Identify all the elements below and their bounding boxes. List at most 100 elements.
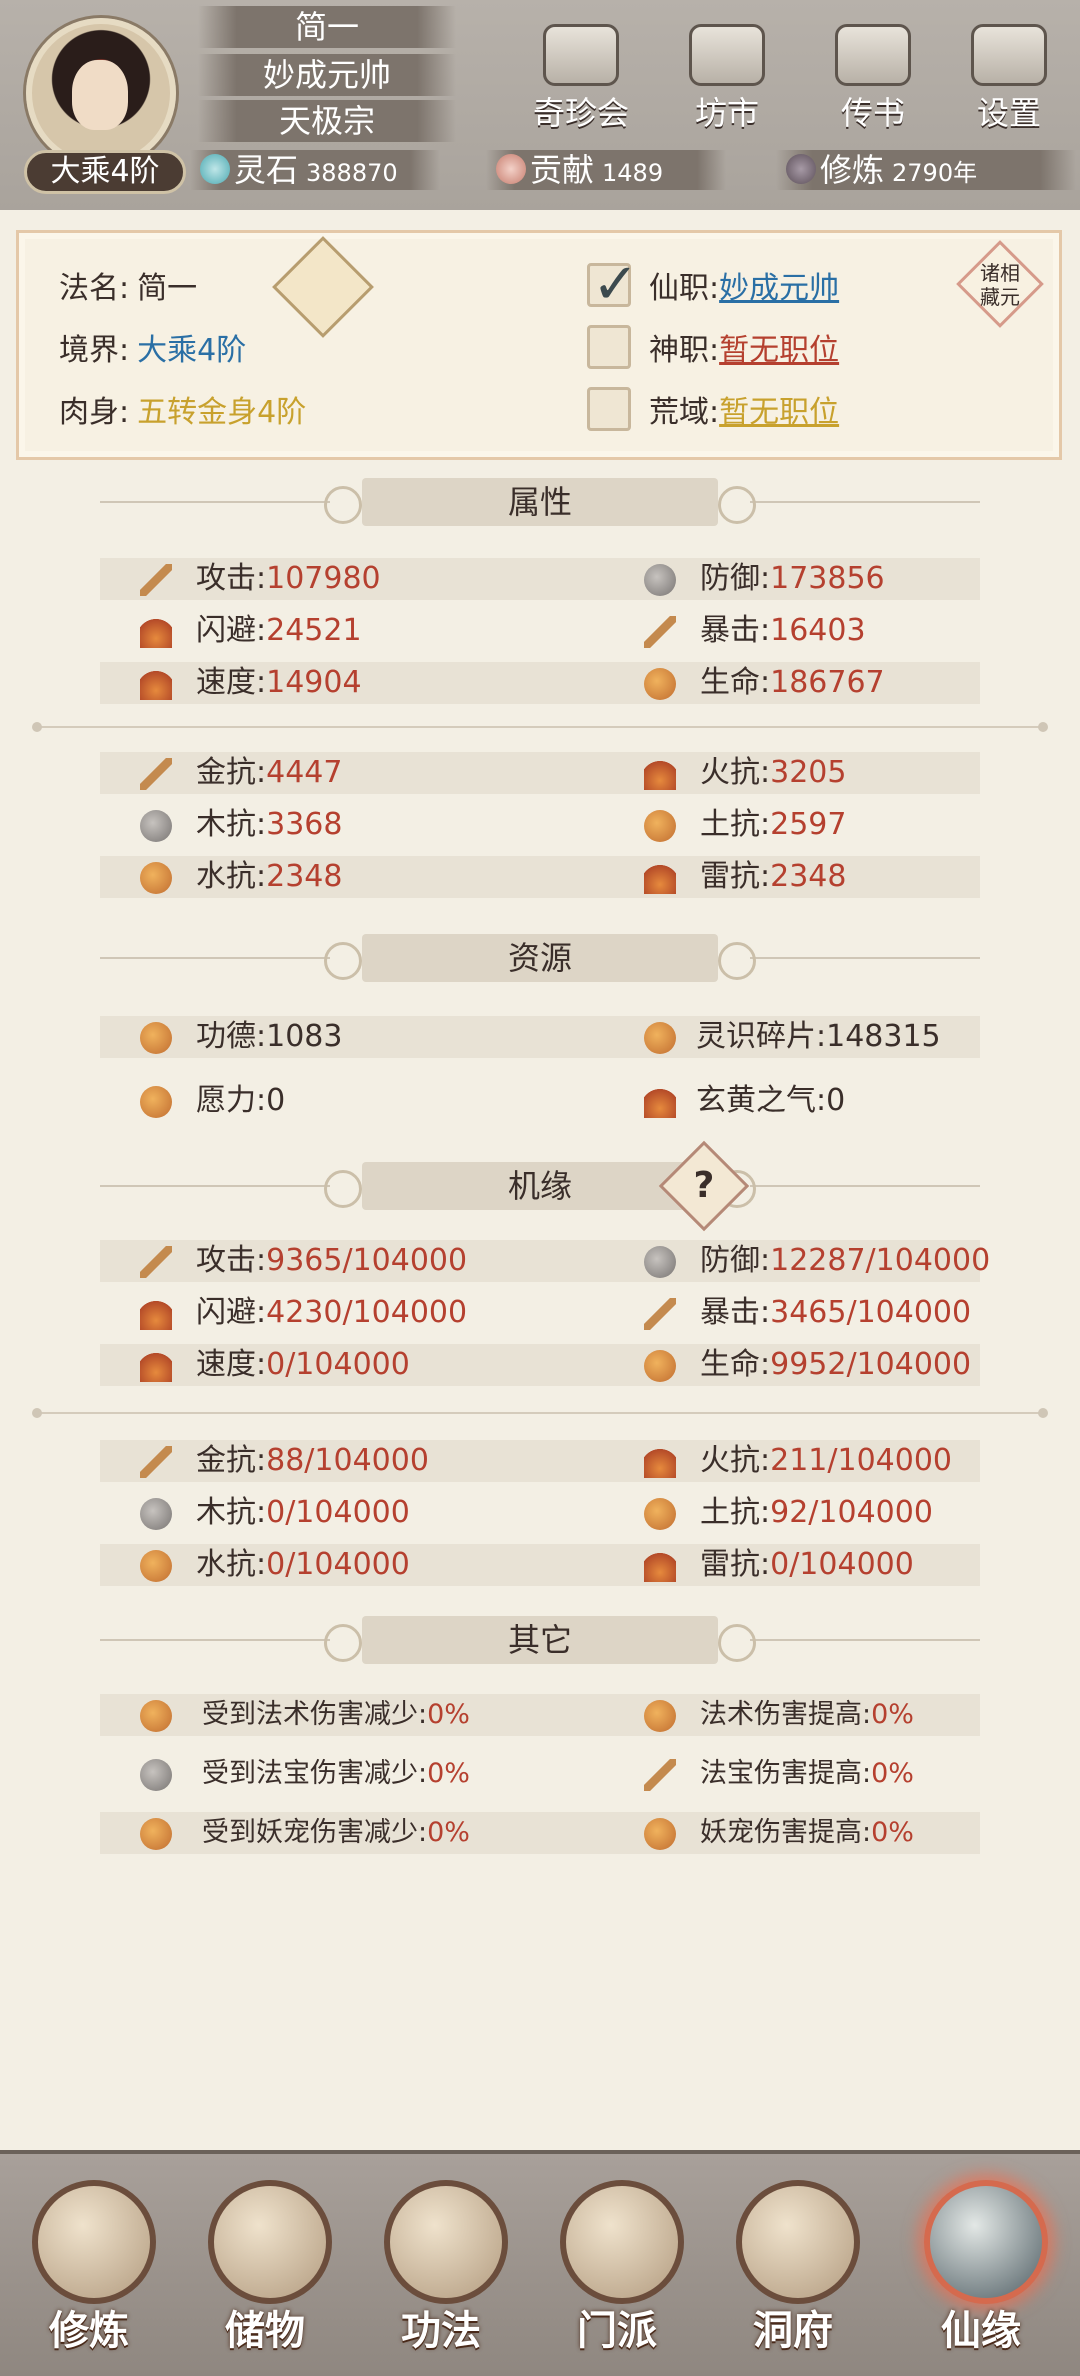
treasure-shield-icon: [140, 1759, 172, 1791]
storage-bag-icon: [208, 2180, 332, 2304]
tab-cave[interactable]: 洞府: [718, 2180, 868, 2360]
wild-domain-checkbox[interactable]: [587, 387, 631, 431]
hp-drop-icon: [644, 1350, 676, 1382]
section-title: 属性: [324, 478, 756, 526]
bottom-navigation: 修炼 储物 功法 门派 洞府 仙缘: [0, 2150, 1080, 2376]
tab-label: 仙缘: [941, 2308, 1021, 2354]
water-wave-icon: [140, 862, 172, 894]
immortal-post-row: 仙职:妙成元帅: [649, 263, 839, 307]
scroll-icon: [835, 24, 911, 86]
divine-post-row: 神职:暂无职位: [649, 325, 839, 369]
cultivation-counter[interactable]: 修炼 2790年: [776, 150, 1076, 190]
top-header: 大乘4阶 简一 妙成元帅 天极宗 奇珍会 坊市 传书 设置 灵石 388870 贡…: [0, 0, 1080, 210]
nav-label: 传书: [840, 94, 905, 132]
metal-blade-icon: [140, 1446, 172, 1478]
defense-armor-icon: [644, 564, 676, 596]
nav-mail[interactable]: 传书: [818, 24, 928, 134]
cultivate-icon: [32, 2180, 156, 2304]
earth-mountain-icon: [644, 1498, 676, 1530]
body-row: 肉身: 五转金身4阶: [59, 387, 306, 431]
divine-post-label: 神职:: [649, 333, 720, 368]
wild-domain-link[interactable]: 暂无职位: [719, 395, 839, 430]
tab-fortune[interactable]: 仙缘: [906, 2180, 1056, 2360]
contribution-icon: [496, 154, 526, 184]
section-title: 资源: [324, 934, 756, 982]
section-fortune: 机缘: [100, 1158, 980, 1214]
nav-label: 奇珍会: [532, 94, 629, 132]
thunder-bolt-icon: [644, 1550, 676, 1582]
immortal-post-checkbox[interactable]: [587, 252, 639, 317]
tab-label: 洞府: [753, 2308, 833, 2354]
defense-armor-icon: [644, 1246, 676, 1278]
tab-technique[interactable]: 功法: [366, 2180, 516, 2360]
player-name: 简一: [198, 6, 456, 48]
merit-lotus-icon: [140, 1022, 172, 1054]
body-value: 五转金身4阶: [137, 395, 307, 430]
section-attributes: 属性: [100, 474, 980, 530]
crit-strike-icon: [644, 616, 676, 648]
immortal-post-link[interactable]: 妙成元帅: [719, 271, 839, 306]
tab-storage[interactable]: 储物: [190, 2180, 340, 2360]
contribution-value: 1489: [602, 159, 664, 187]
edit-brush-icon[interactable]: [272, 236, 374, 338]
thunder-bolt-icon: [644, 862, 676, 894]
wood-tree-icon: [140, 810, 172, 842]
divine-post-link[interactable]: 暂无职位: [719, 333, 839, 368]
player-sect: 天极宗: [198, 100, 456, 142]
section-title: 其它: [324, 1616, 756, 1664]
speed-boot-icon: [140, 1350, 172, 1382]
cave-icon: [736, 2180, 860, 2304]
nav-treasure-fair[interactable]: 奇珍会: [526, 24, 636, 134]
hidden-aspect-label: 诸相 藏元: [980, 261, 1020, 309]
attack-sword-icon: [140, 564, 172, 596]
realm-label: 境界:: [59, 333, 130, 368]
soul-shard-icon: [644, 1022, 676, 1054]
immortal-post-label: 仙职:: [649, 271, 720, 306]
realm-value: 大乘4阶: [137, 333, 247, 368]
metal-blade-icon: [140, 758, 172, 790]
attack-sword-icon: [140, 1246, 172, 1278]
pet-fox-icon: [644, 1818, 676, 1850]
nav-label: 设置: [976, 94, 1041, 132]
body-label: 肉身:: [59, 395, 130, 430]
wood-tree-icon: [140, 1498, 172, 1530]
divine-post-checkbox[interactable]: [587, 325, 631, 369]
divider: [32, 722, 1048, 732]
player-title: 妙成元帅: [198, 54, 456, 96]
pet-fox-icon: [140, 1818, 172, 1850]
help-question-icon: ?: [693, 1165, 715, 1206]
contribution-counter[interactable]: 贡献 1489: [486, 150, 726, 190]
tab-cultivate[interactable]: 修炼: [14, 2180, 164, 2360]
dodge-wing-icon: [140, 1298, 172, 1330]
dharma-name-value: 简一: [137, 271, 198, 306]
fire-icon: [644, 1446, 676, 1478]
realm-row: 境界: 大乘4阶: [59, 325, 246, 369]
tab-label: 门派: [577, 2308, 657, 2354]
contribution-label: 贡献: [530, 151, 595, 189]
gear-icon: [971, 24, 1047, 86]
cultivation-icon: [786, 154, 816, 184]
realm-badge: 大乘4阶: [24, 150, 186, 194]
fortune-icon: [924, 2180, 1048, 2304]
avatar[interactable]: 大乘4阶: [12, 8, 190, 194]
nav-market[interactable]: 坊市: [672, 24, 782, 134]
nav-settings[interactable]: 设置: [954, 24, 1064, 134]
cultivation-label: 修炼: [820, 151, 885, 189]
wild-domain-label: 荒域:: [649, 395, 720, 430]
tab-label: 修炼: [49, 2308, 129, 2354]
wish-incense-icon: [140, 1086, 172, 1118]
spirit-stone-counter[interactable]: 灵石 388870: [190, 150, 440, 190]
fortune-help-button[interactable]: ?: [658, 1140, 750, 1232]
hidden-aspect-button[interactable]: 诸相 藏元: [956, 240, 1044, 328]
spirit-stone-label: 灵石: [234, 151, 299, 189]
speed-boot-icon: [140, 668, 172, 700]
nav-label: 坊市: [694, 94, 759, 132]
tab-sect[interactable]: 门派: [542, 2180, 692, 2360]
earth-mountain-icon: [644, 810, 676, 842]
treasure-blade-icon: [644, 1759, 676, 1791]
water-wave-icon: [140, 1550, 172, 1582]
pavilion-icon: [543, 24, 619, 86]
dodge-wing-icon: [140, 616, 172, 648]
avatar-face: [72, 60, 128, 130]
sect-gate-icon: [560, 2180, 684, 2304]
